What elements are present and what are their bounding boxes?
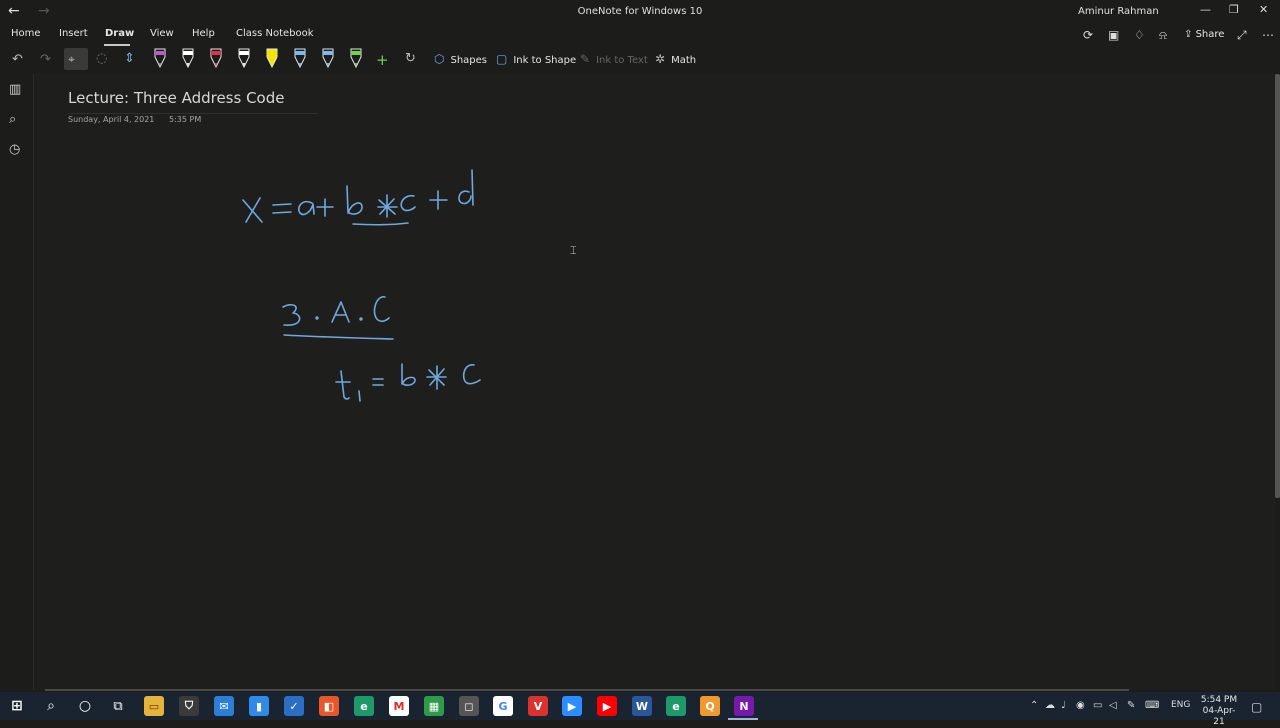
onenote-taskbar-icon[interactable]: N (734, 696, 754, 716)
tab-help[interactable]: Help (192, 28, 215, 39)
add-space-icon[interactable]: ⇕ (124, 51, 135, 66)
page-canvas[interactable] (35, 74, 1275, 690)
taskbar-search-icon[interactable]: ⌕ (41, 696, 61, 716)
tab-draw[interactable]: Draw (105, 28, 134, 39)
ink-to-text-icon: ✎ (580, 52, 591, 66)
ink-replay-icon[interactable]: ↻ (405, 51, 416, 66)
vivaldi-icon[interactable]: V (528, 696, 548, 716)
page-title-divider (68, 113, 318, 114)
gmail-icon[interactable]: M (389, 696, 409, 716)
tab-view[interactable]: View (150, 28, 174, 39)
zoom-icon[interactable]: ▶ (562, 696, 582, 716)
tab-home[interactable]: Home (11, 28, 41, 39)
office-icon[interactable]: ◧ (319, 696, 339, 716)
ink-to-text-button[interactable]: ✎ Ink to Text (580, 52, 648, 66)
tray-chevron-icon[interactable]: ⌃ (1030, 700, 1038, 711)
youtube-icon[interactable]: ▶ (597, 696, 617, 716)
fullscreen-icon[interactable]: ⤢ (1237, 28, 1247, 43)
shapes-label: Shapes (450, 55, 488, 66)
redo-icon[interactable]: ↷ (40, 52, 51, 67)
media-icon[interactable]: ◻ (459, 696, 479, 716)
pen-7-icon[interactable] (321, 47, 335, 69)
cortana-icon[interactable]: ○ (75, 696, 95, 716)
text-cursor-icon: ⌶ (570, 244, 577, 257)
ink-to-shape-label: Ink to Shape (513, 55, 577, 66)
ink-to-shape-icon: ▢ (496, 52, 508, 66)
share-label: Share (1195, 29, 1225, 40)
pen-workspace-icon[interactable]: ✎ (1127, 700, 1135, 711)
navigation-sidebar: ▥ ⌕ ◷ (0, 74, 34, 690)
edge-icon[interactable]: e (354, 696, 374, 716)
user-name[interactable]: Aminur Rahman (1078, 6, 1159, 17)
lightbulb-icon[interactable]: ♢ (1134, 28, 1145, 42)
eraser-icon[interactable]: ◌ (96, 51, 107, 66)
tab-class-notebook[interactable]: Class Notebook (236, 28, 314, 39)
volume-icon[interactable]: ◁ (1109, 700, 1117, 711)
clock-time: 5:54 PM (1200, 695, 1238, 705)
page-date: Sunday, April 4, 2021 (68, 115, 155, 124)
recent-clock-icon[interactable]: ◷ (9, 142, 20, 157)
more-icon[interactable]: ⋯ (1262, 28, 1274, 42)
notepad-icon[interactable]: ▮ (249, 696, 269, 716)
tab-insert[interactable]: Insert (59, 28, 88, 39)
language-indicator[interactable]: ENG (1171, 700, 1190, 710)
word-icon[interactable]: W (632, 696, 652, 716)
file-explorer-icon[interactable]: ▭ (144, 696, 164, 716)
math-label: Math (671, 55, 697, 66)
close-icon[interactable]: ✕ (1259, 3, 1268, 16)
google-icon[interactable]: G (493, 696, 513, 716)
math-button[interactable]: ✲ Math (655, 52, 696, 66)
ink-to-shape-button[interactable]: ▢ Ink to Shape (496, 52, 576, 66)
pen-8-icon[interactable] (349, 47, 363, 69)
ink-to-text-label: Ink to Text (596, 55, 648, 66)
clock-date: 04-Apr-21 (1202, 706, 1236, 727)
pen-5-icon[interactable] (265, 47, 279, 69)
vertical-scrollbar[interactable] (1275, 74, 1280, 498)
math-icon: ✲ (655, 52, 666, 66)
undo-icon[interactable]: ↶ (12, 52, 23, 67)
minimize-icon[interactable]: — (1200, 3, 1211, 16)
webcam-icon[interactable]: ◉ (1076, 700, 1085, 711)
network-icon[interactable]: ▭ (1093, 700, 1102, 711)
pen-3-icon[interactable] (209, 47, 223, 69)
notebooks-icon[interactable]: ▥ (9, 82, 21, 97)
title-bar: ← → OneNote for Windows 10 Aminur Rahman… (0, 0, 1280, 24)
restore-icon[interactable]: ❐ (1229, 3, 1239, 16)
mail-icon[interactable]: ✉ (214, 696, 234, 716)
microphone-icon[interactable]: ♩ (1061, 700, 1066, 711)
todo-icon[interactable]: ✓ (284, 696, 304, 716)
share-button[interactable]: ⇪ Share (1184, 29, 1224, 40)
edge-secondary-icon[interactable]: e (666, 696, 686, 716)
keyboard-icon[interactable]: ⌨ (1145, 700, 1159, 711)
pen-6-icon[interactable] (293, 47, 307, 69)
pen-4-icon[interactable] (237, 47, 251, 69)
task-view-icon[interactable]: ⧉ (108, 696, 128, 716)
pen-1-icon[interactable] (153, 47, 167, 69)
page-title[interactable]: Lecture: Three Address Code (68, 89, 284, 107)
add-pen-icon[interactable]: + (376, 51, 389, 69)
pen-2-icon[interactable] (181, 47, 195, 69)
page-time: 5:35 PM (169, 115, 202, 124)
horizontal-scrollbar[interactable] (45, 689, 1129, 691)
taskbar-clock[interactable]: 5:54 PM 04-Apr-21 (1197, 695, 1241, 728)
shapes-icon: ⬡ (434, 52, 445, 66)
shapes-button[interactable]: ⬡ Shapes (434, 52, 487, 66)
notebook-icon[interactable]: ▣ (1108, 28, 1119, 42)
quiz-app-icon[interactable]: Q (700, 696, 720, 716)
action-center-icon[interactable]: ▢ (1251, 700, 1262, 714)
windows-start-icon[interactable]: ⊞ (7, 696, 27, 716)
bell-icon[interactable]: ⍾ (1159, 28, 1167, 43)
sync-icon[interactable]: ⟳ (1083, 28, 1093, 42)
store-icon[interactable]: ⛉ (179, 696, 199, 716)
search-icon[interactable]: ⌕ (9, 112, 16, 127)
lasso-select-icon: ⌖ (68, 52, 75, 66)
onedrive-icon[interactable]: ☁ (1045, 700, 1055, 711)
calculator-icon[interactable]: ▦ (424, 696, 444, 716)
